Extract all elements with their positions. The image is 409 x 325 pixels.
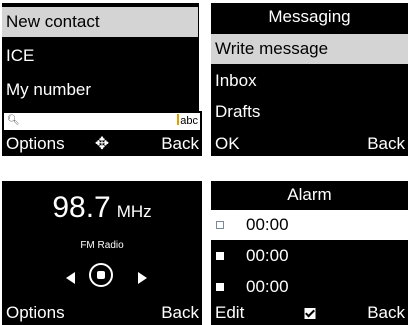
contacts-screen: New contact ICE My number 🔍︎ abc Options… [2, 3, 202, 156]
back-softkey[interactable]: Back [161, 301, 199, 325]
alarm-time: 00:00 [246, 277, 289, 296]
radio-label: FM Radio [80, 240, 124, 251]
stop-button[interactable] [89, 263, 113, 287]
menu-item-write-message[interactable]: Write message [211, 34, 408, 64]
menu-item-inbox[interactable]: Inbox [211, 66, 408, 96]
alarm-row[interactable]: 00:00 [211, 272, 408, 302]
menu-item-my-number[interactable]: My number [2, 75, 198, 105]
alarm-row[interactable]: 00:00 [211, 210, 408, 240]
menu-item-label: Inbox [215, 71, 257, 90]
softkey-bar: Options ✥ Back [2, 132, 202, 156]
frequency-value: 98.7 [52, 191, 111, 224]
edit-softkey[interactable]: Edit [215, 301, 244, 325]
alarm-checkbox[interactable] [216, 283, 224, 291]
scrollbar[interactable] [199, 3, 202, 111]
playback-controls [2, 262, 202, 292]
menu-item-ice[interactable]: ICE [2, 41, 198, 71]
radio-screen: 98.7 MHz FM Radio Options Back [2, 181, 202, 325]
screen-title: Messaging [268, 7, 351, 26]
alarm-row[interactable]: 00:00 [211, 241, 408, 271]
alarm-screen: Alarm 00:00 00:00 00:00 Edit Back [211, 181, 408, 325]
alarm-time: 00:00 [246, 215, 289, 234]
menu-item-new-contact[interactable]: New contact [2, 7, 198, 37]
options-softkey[interactable]: Options [6, 301, 65, 325]
search-icon: 🔍︎ [7, 115, 20, 126]
navigation-key-icon[interactable]: ✥ [95, 132, 109, 156]
back-softkey[interactable]: Back [367, 132, 405, 156]
menu-item-label: My number [6, 80, 92, 99]
ok-softkey[interactable]: OK [215, 132, 240, 156]
menu-item-label: Write message [215, 39, 329, 58]
next-icon[interactable] [138, 272, 147, 284]
back-softkey[interactable]: Back [161, 132, 199, 156]
alarm-checkbox[interactable] [216, 221, 224, 229]
softkey-bar: OK Back [211, 132, 408, 156]
input-mode-indicator: abc [177, 113, 198, 130]
cursor-icon [177, 114, 180, 125]
frequency-display: 98.7 MHz [2, 191, 202, 225]
alarm-checkbox[interactable] [216, 252, 224, 260]
alarm-time: 00:00 [246, 246, 289, 265]
menu-item-label: ICE [6, 46, 35, 65]
stop-icon [97, 271, 105, 279]
menu-item-label: Drafts [215, 102, 261, 121]
softkey-bar: Edit Back [211, 301, 408, 325]
options-softkey[interactable]: Options [6, 132, 65, 156]
toggle-softkey[interactable] [304, 301, 315, 325]
menu-item-drafts[interactable]: Drafts [211, 97, 408, 127]
messaging-screen: Messaging Write message Inbox Drafts OK … [211, 3, 408, 156]
frequency-unit: MHz [116, 202, 152, 221]
previous-icon[interactable] [66, 272, 75, 284]
checkbox-icon [304, 308, 315, 319]
menu-item-label: New contact [6, 12, 100, 31]
back-softkey[interactable]: Back [367, 301, 405, 325]
search-input[interactable]: 🔍︎ abc [4, 113, 200, 130]
softkey-bar: Options Back [2, 301, 202, 325]
screen-title: Alarm [287, 185, 332, 204]
